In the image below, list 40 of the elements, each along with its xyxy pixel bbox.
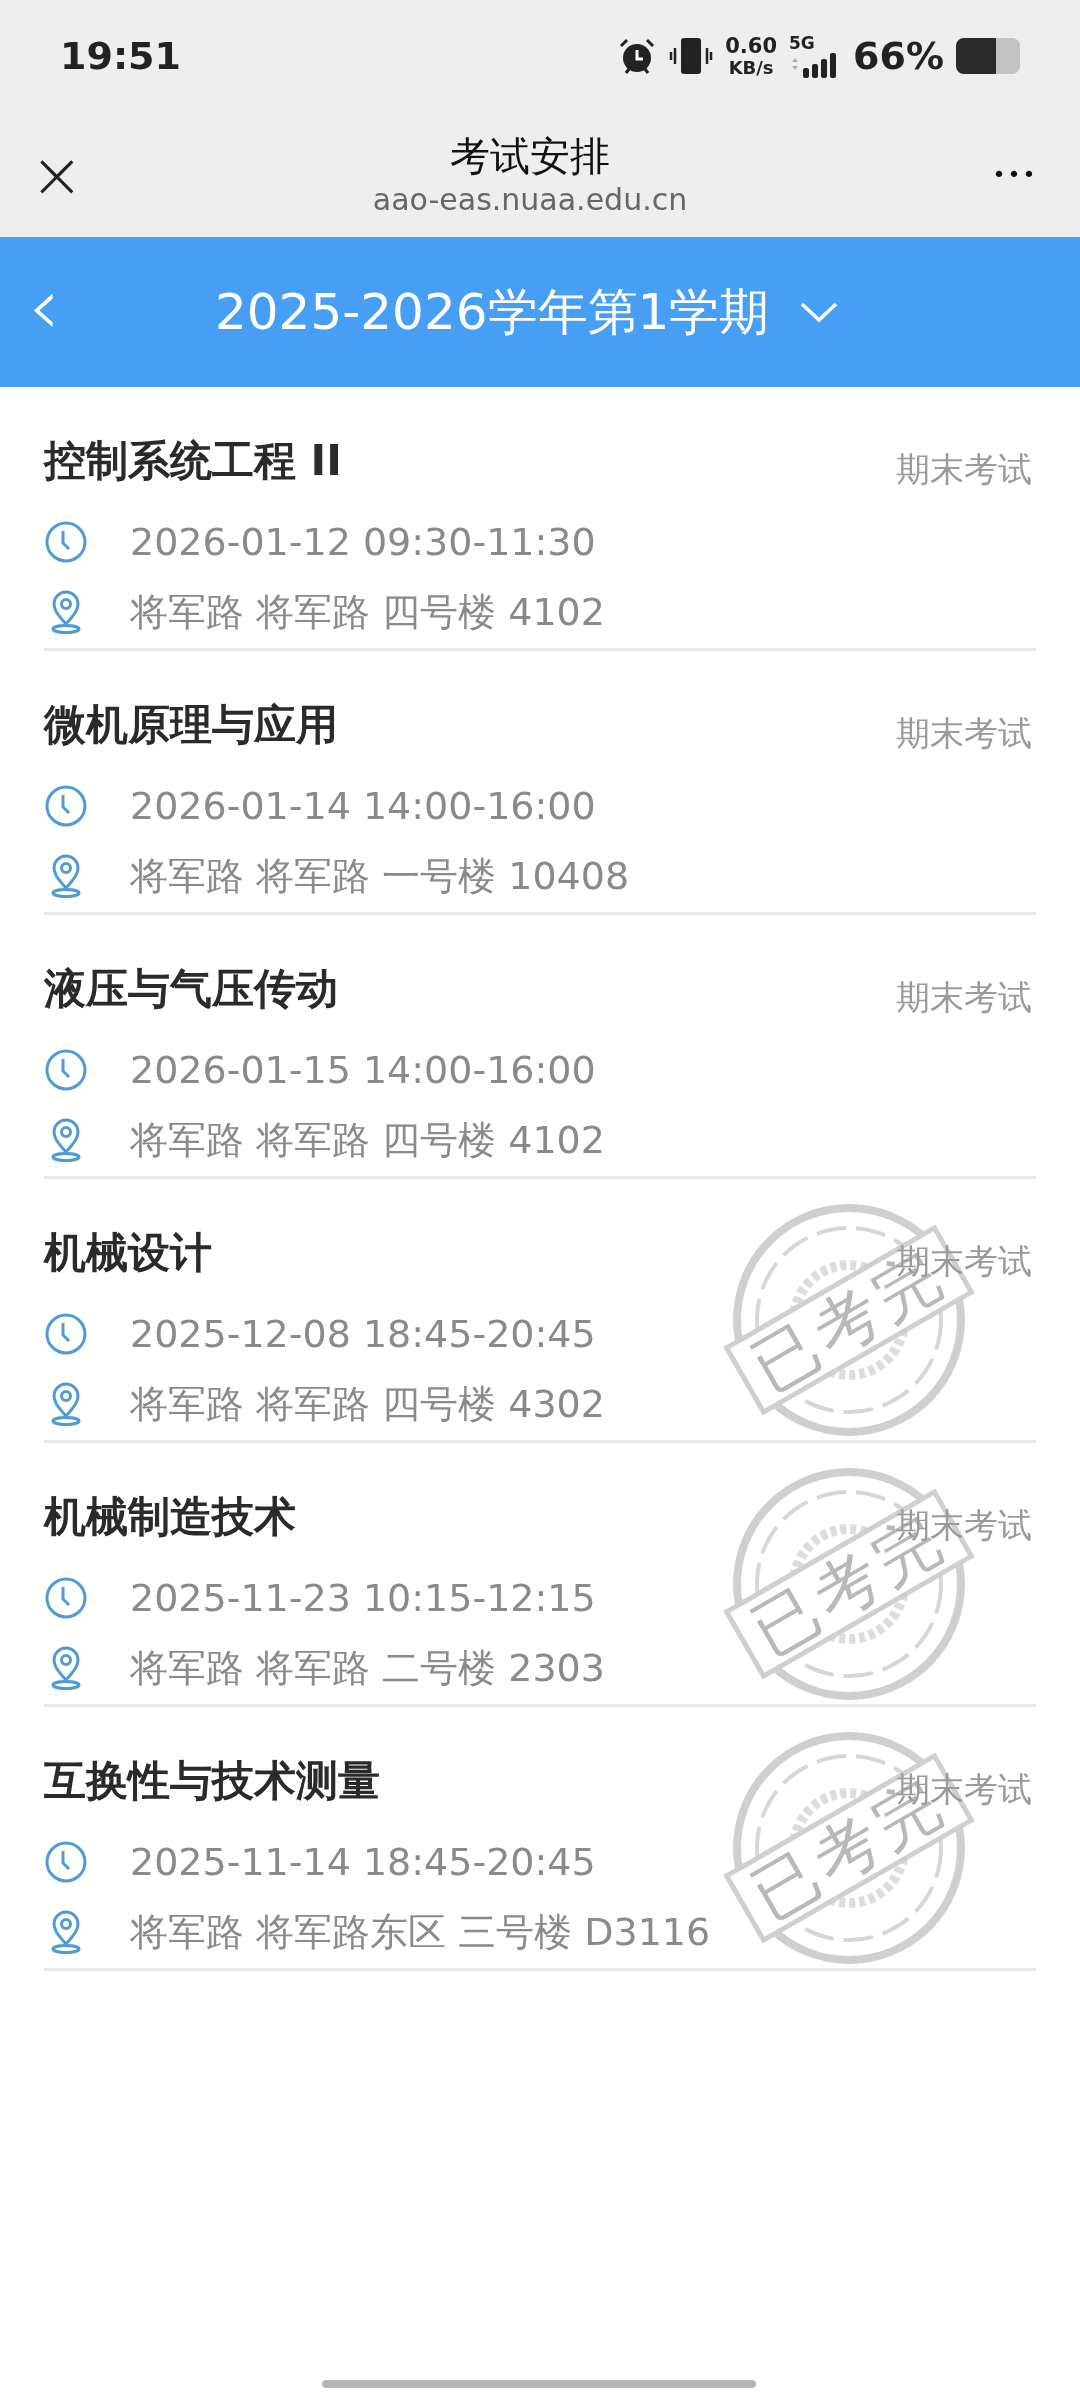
exam-time: 2026-01-15 14:00-16:00 [130, 1046, 596, 1094]
clock-icon [44, 1312, 88, 1356]
clock-time: 19:51 [60, 32, 181, 80]
more-button[interactable]: ••• [980, 158, 1050, 191]
course-name: 控制系统工程 II [44, 435, 342, 487]
exam-type: 期末考试 [896, 448, 1032, 491]
exam-location: 将军路 将军路 四号楼 4302 [130, 1380, 605, 1428]
home-indicator[interactable] [322, 2380, 756, 2388]
page-title: 考试安排 [450, 131, 610, 181]
course-name: 互换性与技术测量 [44, 1755, 380, 1807]
network-speed: 0.60 [725, 35, 778, 57]
vibrate-icon [669, 36, 714, 76]
chevron-down-icon [799, 301, 840, 323]
battery-icon [956, 38, 1020, 74]
exam-time: 2025-12-08 18:45-20:45 [130, 1310, 596, 1358]
course-name: 机械制造技术 [44, 1491, 296, 1543]
clock-icon [44, 1840, 88, 1884]
exam-location: 将军路 将军路东区 三号楼 D3116 [130, 1908, 711, 1956]
exam-time: 2026-01-12 09:30-11:30 [130, 518, 596, 566]
course-name: 微机原理与应用 [44, 699, 338, 751]
network-type: 5G [789, 34, 816, 52]
clock-icon [44, 520, 88, 564]
exam-location: 将军路 将军路 四号楼 4102 [130, 1116, 605, 1164]
close-button[interactable]: × [30, 142, 80, 207]
exam-time: 2025-11-23 10:15-12:15 [130, 1574, 596, 1622]
exam-type: 期末考试 [896, 976, 1032, 1019]
course-name: 液压与气压传动 [44, 963, 338, 1015]
exam-location: 将军路 将军路 四号楼 4102 [130, 588, 605, 636]
exam-location: 将军路 将军路 二号楼 2303 [130, 1644, 605, 1692]
battery-percent: 66% [853, 32, 944, 80]
clock-icon [44, 784, 88, 828]
network-speed-unit: KB/s [728, 58, 774, 77]
exam-time: 2026-01-14 14:00-16:00 [130, 782, 596, 830]
exam-time: 2025-11-14 18:45-20:45 [130, 1838, 596, 1886]
clock-icon [44, 1048, 88, 1092]
exam-type: 期末考试 [896, 712, 1032, 755]
page-url: aao-eas.nuaa.edu.cn [372, 180, 688, 219]
clock-icon [44, 1576, 88, 1620]
exam-location: 将军路 将军路 一号楼 10408 [130, 852, 630, 900]
course-name: 机械设计 [44, 1227, 212, 1279]
